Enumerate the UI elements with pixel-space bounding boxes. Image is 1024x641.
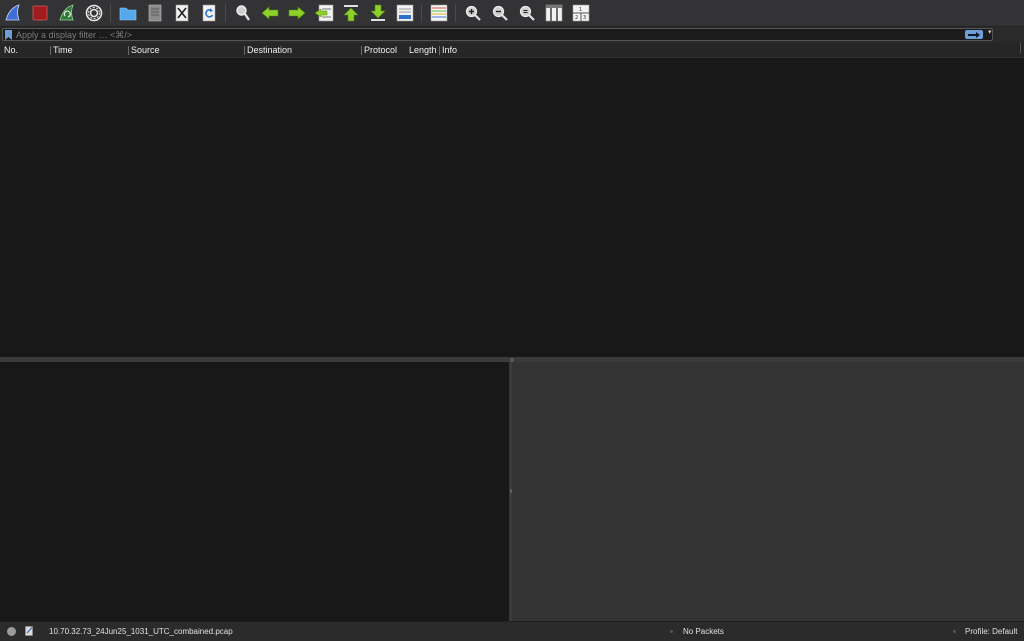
resize-columns-icon	[545, 4, 563, 22]
apply-filter-button[interactable]	[965, 30, 983, 39]
column-header-info[interactable]: Info	[438, 43, 457, 57]
column-header-time[interactable]: Time	[50, 43, 73, 57]
open-file-button[interactable]	[117, 3, 139, 23]
gear-icon	[85, 4, 103, 22]
autoscroll-icon	[396, 4, 414, 22]
display-filter-field: ▾	[2, 28, 993, 41]
column-header-no[interactable]: No.	[4, 43, 18, 57]
filter-history-dropdown-icon[interactable]: ▾	[988, 28, 992, 36]
column-header-source[interactable]: Source	[128, 43, 160, 57]
main-toolbar: 1 2 3	[0, 0, 1024, 27]
zoom-out-icon	[492, 5, 508, 21]
start-capture-button[interactable]	[2, 3, 24, 23]
zoom-out-button[interactable]	[489, 3, 511, 23]
zoom-normal-icon	[519, 5, 535, 21]
bookmark-icon[interactable]	[5, 30, 12, 40]
document-icon	[148, 4, 162, 22]
last-packet-button[interactable]	[367, 3, 389, 23]
packet-list-scrollbar[interactable]	[1020, 43, 1021, 53]
capture-options-button[interactable]	[83, 3, 105, 23]
shark-fin-icon	[5, 4, 20, 21]
column-header-destination[interactable]: Destination	[243, 43, 292, 57]
packet-list-pane[interactable]: No. Time Source Destination Protocol Len…	[0, 43, 1024, 357]
packet-bytes-pane[interactable]	[512, 362, 1024, 621]
colorize-button[interactable]	[428, 3, 450, 23]
zoom-in-icon	[465, 5, 481, 21]
display-filter-bar: ▾ +	[0, 27, 1024, 68]
reload-icon	[202, 4, 216, 22]
status-packet-count: No Packets	[683, 627, 724, 636]
magnifier-icon	[236, 5, 250, 21]
arrow-right-icon	[968, 31, 980, 38]
restart-capture-button[interactable]	[56, 3, 78, 23]
colorize-lines-icon	[430, 4, 448, 22]
first-packet-button[interactable]	[340, 3, 362, 23]
restart-fin-icon	[59, 4, 74, 21]
arrow-up-bar-icon	[343, 5, 359, 22]
layout-icon: 1 2 3	[572, 4, 590, 22]
toolbar-separator	[110, 4, 111, 22]
autoscroll-button[interactable]	[394, 3, 416, 23]
status-divider	[953, 630, 956, 633]
go-to-packet-button[interactable]	[313, 3, 335, 23]
expert-info-icon[interactable]	[7, 627, 16, 636]
status-file-name: 10.70.32.73_24Jun25_1031_UTC_combained.p…	[49, 627, 233, 636]
arrow-right-icon	[288, 6, 306, 20]
close-file-button[interactable]	[171, 3, 193, 23]
arrow-left-icon	[261, 6, 279, 20]
svg-text:2: 2	[575, 15, 578, 21]
toolbar-separator	[455, 4, 456, 22]
find-packet-button[interactable]	[232, 3, 254, 23]
column-header-length[interactable]: Length	[409, 43, 437, 57]
toolbar-separator	[421, 4, 422, 22]
display-filter-input[interactable]	[16, 28, 946, 41]
folder-icon	[119, 7, 137, 21]
go-back-button[interactable]	[259, 3, 281, 23]
jump-to-packet-icon	[314, 4, 334, 22]
stop-capture-button[interactable]	[29, 3, 51, 23]
stop-square-icon	[32, 5, 48, 21]
svg-text:3: 3	[583, 15, 586, 21]
status-divider	[670, 630, 673, 633]
arrow-down-bar-icon	[370, 4, 386, 21]
zoom-in-button[interactable]	[462, 3, 484, 23]
packet-list-header: No. Time Source Destination Protocol Len…	[0, 43, 1024, 58]
reload-file-button[interactable]	[198, 3, 220, 23]
capture-comment-icon[interactable]	[25, 626, 34, 636]
toolbar-separator	[225, 4, 226, 22]
save-file-button[interactable]	[144, 3, 166, 23]
go-forward-button[interactable]	[286, 3, 308, 23]
status-bar: 10.70.32.73_24Jun25_1031_UTC_combained.p…	[0, 621, 1024, 641]
normal-size-button[interactable]	[516, 3, 538, 23]
status-profile[interactable]: Profile: Default	[965, 627, 1017, 636]
svg-text:1: 1	[579, 7, 582, 13]
layout-panes-button[interactable]: 1 2 3	[570, 3, 592, 23]
resize-columns-button[interactable]	[543, 3, 565, 23]
packet-details-pane[interactable]	[0, 362, 509, 621]
column-header-protocol[interactable]: Protocol	[360, 43, 397, 57]
close-file-icon	[175, 4, 189, 22]
